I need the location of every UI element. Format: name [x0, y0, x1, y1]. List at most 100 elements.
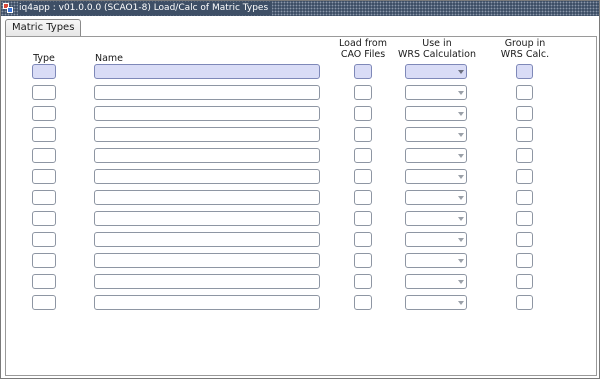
table-row: [1, 295, 600, 310]
type-field[interactable]: [32, 274, 56, 289]
column-header-group: Group in WRS Calc.: [495, 38, 555, 60]
wrs-calculation-dropdown[interactable]: [405, 211, 467, 226]
name-field[interactable]: [94, 295, 320, 310]
load-from-cao-checkbox[interactable]: [354, 232, 372, 247]
column-header-load-line1: Load from: [339, 38, 387, 49]
wrs-calculation-dropdown[interactable]: [405, 64, 467, 79]
column-header-group-line2: WRS Calc.: [500, 49, 550, 60]
name-field[interactable]: [94, 253, 320, 268]
group-in-wrs-checkbox[interactable]: [516, 64, 533, 79]
table-row: [1, 127, 600, 142]
wrs-calculation-dropdown[interactable]: [405, 253, 467, 268]
table-row: [1, 190, 600, 205]
chevron-down-icon[interactable]: [458, 175, 464, 179]
name-field[interactable]: [94, 211, 320, 226]
chevron-down-icon[interactable]: [458, 217, 464, 221]
wrs-calculation-dropdown[interactable]: [405, 169, 467, 184]
wrs-calculation-dropdown[interactable]: [405, 106, 467, 121]
group-in-wrs-checkbox[interactable]: [516, 295, 533, 310]
group-in-wrs-checkbox[interactable]: [516, 85, 533, 100]
wrs-calculation-dropdown[interactable]: [405, 295, 467, 310]
column-header-wrs-line2: WRS Calculation: [397, 49, 477, 60]
chevron-down-icon[interactable]: [458, 133, 464, 137]
wrs-calculation-dropdown[interactable]: [405, 274, 467, 289]
group-in-wrs-checkbox[interactable]: [516, 253, 533, 268]
group-in-wrs-checkbox[interactable]: [516, 169, 533, 184]
chevron-down-icon[interactable]: [458, 259, 464, 263]
type-field[interactable]: [32, 85, 56, 100]
type-field[interactable]: [32, 211, 56, 226]
table-row: [1, 232, 600, 247]
wrs-calculation-dropdown[interactable]: [405, 190, 467, 205]
load-from-cao-checkbox[interactable]: [354, 148, 372, 163]
chevron-down-icon[interactable]: [458, 112, 464, 116]
group-in-wrs-checkbox[interactable]: [516, 274, 533, 289]
type-field[interactable]: [32, 106, 56, 121]
group-in-wrs-checkbox[interactable]: [516, 232, 533, 247]
table-row: [1, 148, 600, 163]
load-from-cao-checkbox[interactable]: [354, 106, 372, 121]
load-from-cao-checkbox[interactable]: [354, 274, 372, 289]
table-row: [1, 253, 600, 268]
wrs-calculation-dropdown[interactable]: [405, 148, 467, 163]
table-row: [1, 85, 600, 100]
chevron-down-icon[interactable]: [458, 301, 464, 305]
chevron-down-icon[interactable]: [458, 196, 464, 200]
load-from-cao-checkbox[interactable]: [354, 253, 372, 268]
app-window: iq4app : v01.0.0.0 (SCAO1-8) Load/Calc o…: [0, 0, 600, 379]
load-from-cao-checkbox[interactable]: [354, 211, 372, 226]
column-header-name-label: Name: [95, 53, 124, 64]
column-header-wrs: Use in WRS Calculation: [395, 38, 479, 60]
type-field[interactable]: [32, 232, 56, 247]
chevron-down-icon[interactable]: [458, 238, 464, 242]
group-in-wrs-checkbox[interactable]: [516, 148, 533, 163]
type-field[interactable]: [32, 148, 56, 163]
group-in-wrs-checkbox[interactable]: [516, 211, 533, 226]
group-in-wrs-checkbox[interactable]: [516, 106, 533, 121]
type-field[interactable]: [32, 64, 56, 79]
load-from-cao-checkbox[interactable]: [354, 127, 372, 142]
load-from-cao-checkbox[interactable]: [354, 64, 372, 79]
load-from-cao-checkbox[interactable]: [354, 295, 372, 310]
name-field[interactable]: [94, 190, 320, 205]
table-row: [1, 211, 600, 226]
app-icon[interactable]: [3, 3, 15, 14]
name-field[interactable]: [94, 169, 320, 184]
name-field[interactable]: [94, 106, 320, 121]
column-header-load-line2: CAO Files: [340, 49, 386, 60]
wrs-calculation-dropdown[interactable]: [405, 127, 467, 142]
name-field[interactable]: [94, 232, 320, 247]
name-field[interactable]: [94, 127, 320, 142]
name-field[interactable]: [94, 85, 320, 100]
table-row: [1, 64, 600, 79]
name-field[interactable]: [94, 274, 320, 289]
title-bar[interactable]: iq4app : v01.0.0.0 (SCAO1-8) Load/Calc o…: [1, 1, 599, 16]
name-field[interactable]: [94, 64, 320, 79]
load-from-cao-checkbox[interactable]: [354, 85, 372, 100]
load-from-cao-checkbox[interactable]: [354, 190, 372, 205]
group-in-wrs-checkbox[interactable]: [516, 190, 533, 205]
type-field[interactable]: [32, 253, 56, 268]
name-field[interactable]: [94, 148, 320, 163]
type-field[interactable]: [32, 295, 56, 310]
column-header-type: Type: [32, 53, 56, 64]
table-row: [1, 106, 600, 121]
wrs-calculation-dropdown[interactable]: [405, 232, 467, 247]
tab-matric-types[interactable]: Matric Types: [5, 19, 82, 37]
window-title: iq4app : v01.0.0.0 (SCAO1-8) Load/Calc o…: [18, 2, 273, 15]
group-in-wrs-checkbox[interactable]: [516, 127, 533, 142]
chevron-down-icon[interactable]: [458, 70, 464, 74]
load-from-cao-checkbox[interactable]: [354, 169, 372, 184]
wrs-calculation-dropdown[interactable]: [405, 85, 467, 100]
column-header-load: Load from CAO Files: [335, 38, 391, 60]
type-field[interactable]: [32, 169, 56, 184]
chevron-down-icon[interactable]: [458, 280, 464, 284]
column-header-group-line1: Group in: [504, 38, 546, 49]
table-row: [1, 169, 600, 184]
type-field[interactable]: [32, 190, 56, 205]
type-field[interactable]: [32, 127, 56, 142]
chevron-down-icon[interactable]: [458, 154, 464, 158]
table-row: [1, 274, 600, 289]
column-header-wrs-line1: Use in: [422, 38, 452, 49]
chevron-down-icon[interactable]: [458, 91, 464, 95]
